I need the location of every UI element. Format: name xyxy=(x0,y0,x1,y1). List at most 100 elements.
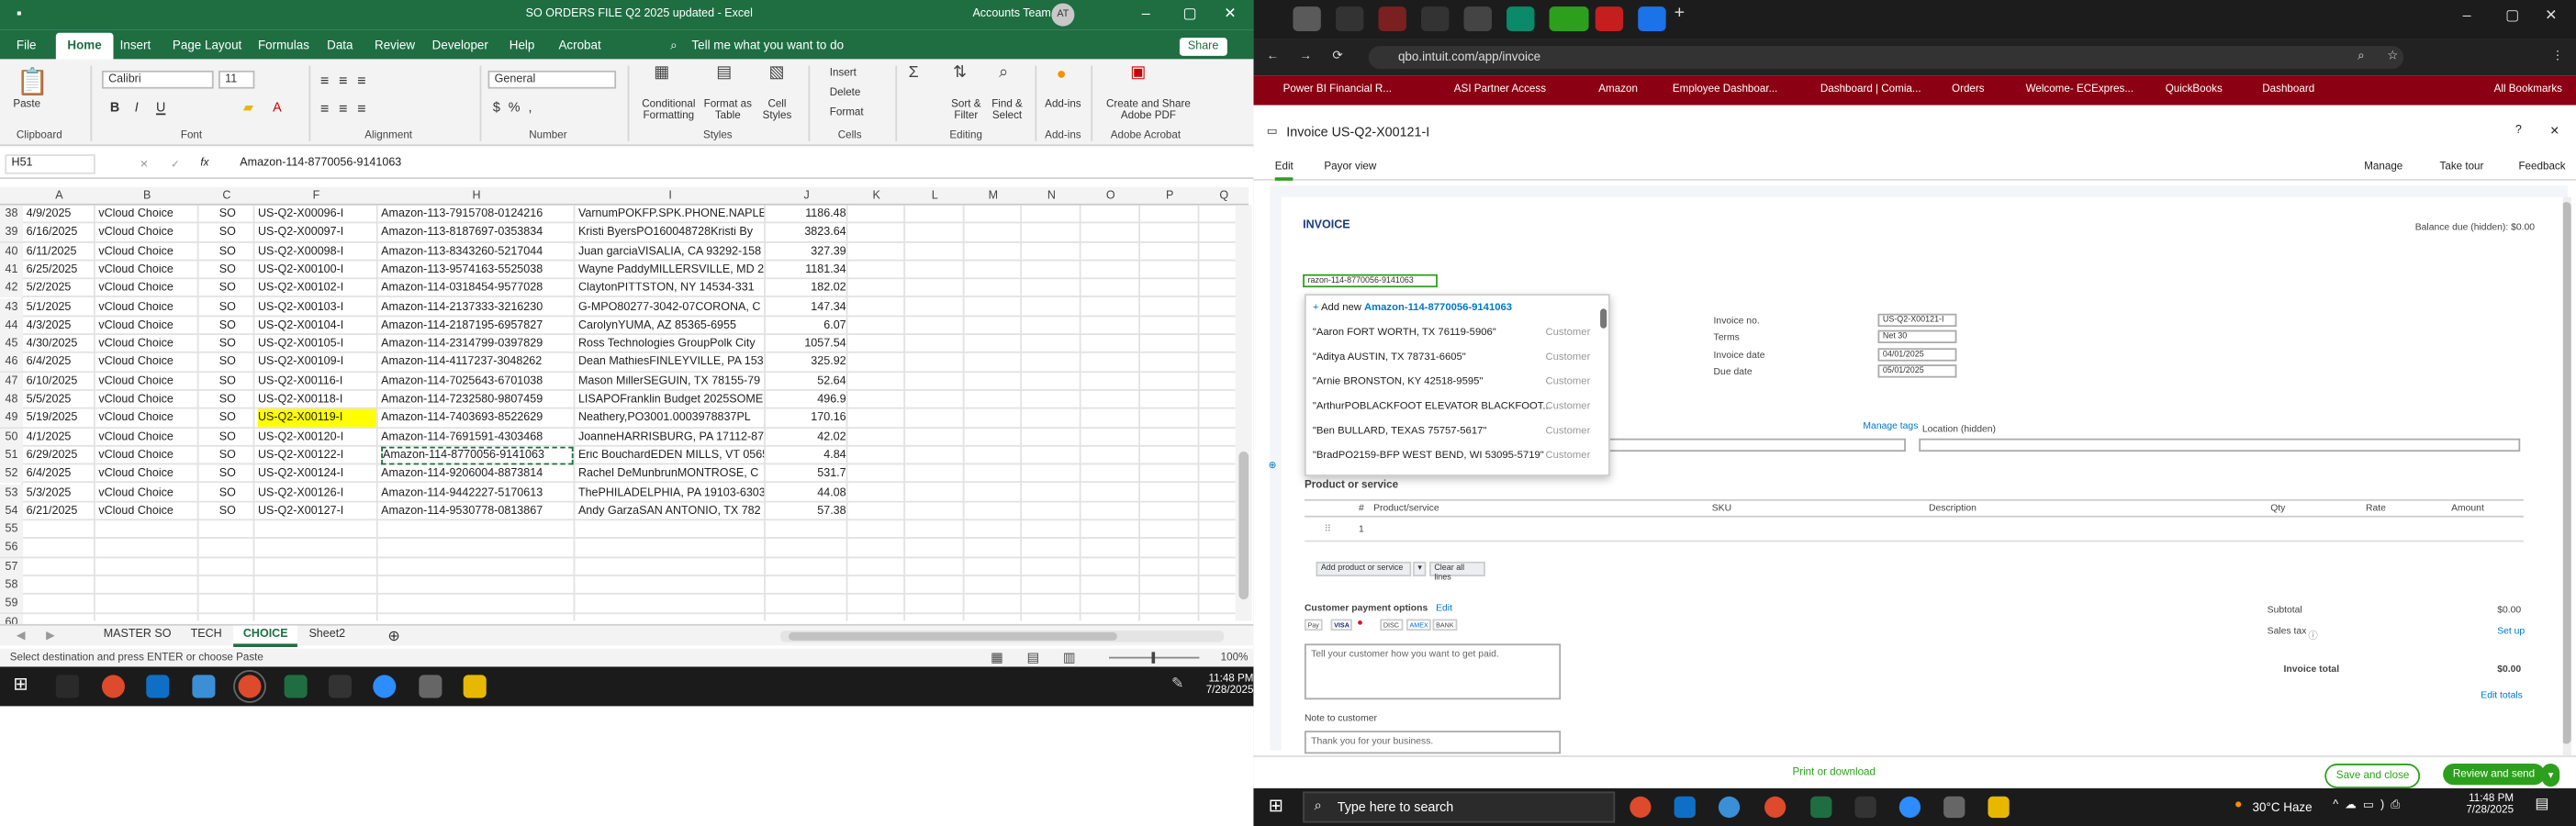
table-row[interactable]: 53 5/3/2025 vCloud Choice SO US-Q2-X00126-I A… xyxy=(0,483,1236,503)
app-icon[interactable] xyxy=(1854,796,1876,819)
row-header[interactable]: 46 xyxy=(0,353,24,373)
file-explorer-icon[interactable] xyxy=(1988,796,2010,819)
name-box[interactable]: H51 xyxy=(5,154,95,174)
add-product-button[interactable]: Add product or service xyxy=(1316,561,1412,577)
cell-h[interactable]: Amazon-113-9574163-5525038 xyxy=(381,264,573,276)
tab-file[interactable]: File xyxy=(17,38,37,52)
bookmark-dashboard[interactable]: Dashboard | Comia... xyxy=(1820,84,1921,95)
menu-icon[interactable]: ⋮ xyxy=(2551,48,2563,62)
table-row[interactable]: 55 xyxy=(0,520,1236,540)
cell-f[interactable]: US-Q2-X00097-I xyxy=(258,227,376,239)
cell-j[interactable]: 1057.54 xyxy=(769,339,846,351)
add-sheet-icon[interactable]: ⊕ xyxy=(387,628,400,646)
app-icon[interactable] xyxy=(328,675,352,698)
clear-lines-button[interactable]: Clear all lines xyxy=(1428,561,1485,583)
excel-taskbar-icon[interactable] xyxy=(284,675,308,698)
column-header-m[interactable]: M xyxy=(964,191,1022,203)
cell-c[interactable]: SO xyxy=(202,506,252,518)
horizontal-scrollbar[interactable] xyxy=(780,631,1225,642)
cell-c[interactable]: SO xyxy=(202,227,252,239)
cell-a[interactable]: 4/30/2025 xyxy=(27,339,94,351)
tray-icons[interactable]: ^☁▭)⎙ xyxy=(2333,798,2406,813)
fx-icon[interactable]: fx xyxy=(200,158,208,170)
row-header[interactable]: 42 xyxy=(0,279,24,298)
column-header-a[interactable]: A xyxy=(23,191,95,203)
table-row[interactable]: ⠿ 1 xyxy=(1304,520,2524,542)
row-header[interactable]: 41 xyxy=(0,261,24,279)
cell-j[interactable]: 182.02 xyxy=(769,283,846,295)
table-row[interactable]: 49 5/19/2025 vCloud Choice SO US-Q2-X00119-I… xyxy=(0,409,1236,429)
align-horiz-icons[interactable]: ≡≡≡ xyxy=(320,100,375,117)
cell-c[interactable]: SO xyxy=(202,301,252,313)
search-icon[interactable]: ⌕ xyxy=(2358,48,2365,64)
cell-f[interactable]: US-Q2-X00118-I xyxy=(258,394,376,406)
row-header[interactable]: 54 xyxy=(0,502,24,520)
tags-input[interactable] xyxy=(1603,438,1906,452)
add-ins-button[interactable]: Add-ins xyxy=(1045,98,1081,110)
bookmark-ecexpress[interactable]: Welcome- ECExpres... xyxy=(2026,84,2134,95)
cell-c[interactable]: SO xyxy=(202,246,252,258)
tab-acrobat[interactable]: Acrobat xyxy=(558,38,600,52)
payment-message-box[interactable]: Tell your customer how you want to get p… xyxy=(1304,643,1562,700)
cell-j[interactable]: 147.34 xyxy=(769,301,846,313)
cell-h[interactable]: Amazon-114-7232580-9807459 xyxy=(381,394,573,406)
table-row[interactable]: 39 6/16/2025 vCloud Choice SO US-Q2-X00097-I… xyxy=(0,223,1236,243)
amazon-tab[interactable] xyxy=(1335,6,1364,31)
add-ins-icon[interactable]: ● xyxy=(1057,66,1067,84)
cell-f[interactable]: US-Q2-X00109-I xyxy=(258,357,376,369)
table-row[interactable]: 38 4/9/2025 vCloud Choice SO US-Q2-X00096-I A… xyxy=(0,205,1236,224)
normal-view-icon[interactable]: ▦ xyxy=(991,651,1003,665)
row-header[interactable]: 38 xyxy=(0,205,24,224)
cell-j[interactable]: 42.02 xyxy=(769,431,846,443)
edge-icon[interactable] xyxy=(1718,796,1741,819)
fill-color-icon[interactable]: ▰ xyxy=(243,100,253,115)
column-header-k[interactable]: K xyxy=(847,191,905,203)
browser-tab[interactable] xyxy=(1421,6,1450,31)
tab-edit[interactable]: Edit xyxy=(1274,161,1294,181)
cell-j[interactable]: 57.38 xyxy=(769,506,846,518)
spreadsheet-grid[interactable]: 38 4/9/2025 vCloud Choice SO US-Q2-X00096-I A… xyxy=(0,205,1236,632)
cell-c[interactable]: SO xyxy=(202,431,252,443)
cell-a[interactable]: 6/11/2025 xyxy=(27,246,94,258)
cell-c[interactable]: SO xyxy=(202,357,252,369)
row-header[interactable]: 55 xyxy=(0,520,24,540)
row-header[interactable]: 58 xyxy=(0,576,24,595)
table-row[interactable]: 40 6/11/2025 vCloud Choice SO US-Q2-X00098-I… xyxy=(0,242,1236,262)
browser-tab[interactable] xyxy=(1293,6,1321,31)
cell-b[interactable]: vCloud Choice xyxy=(98,394,196,406)
table-row[interactable]: 54 6/21/2025 vCloud Choice SO US-Q2-X00127-I… xyxy=(0,502,1236,521)
conditional-formatting-button[interactable]: Conditional Formatting xyxy=(634,98,703,121)
tab-help[interactable]: Help xyxy=(510,38,535,52)
customer-option[interactable]: "BradPO2159-BFP WEST BEND, WI 53095-5719… xyxy=(1313,450,1600,462)
avatar[interactable]: AT xyxy=(1051,3,1075,27)
number-format-box[interactable]: General xyxy=(487,70,617,89)
cell-c[interactable]: SO xyxy=(202,264,252,276)
cell-h[interactable]: Amazon-114-7691591-4303468 xyxy=(381,431,573,443)
browser-tab[interactable] xyxy=(1595,6,1624,31)
prev-sheet-icon[interactable]: ◀ xyxy=(17,629,26,642)
next-sheet-icon[interactable]: ▶ xyxy=(46,629,55,642)
format-table-icon[interactable]: ▤ xyxy=(716,64,732,83)
cell-h[interactable]: Amazon-114-0318454-9577028 xyxy=(381,283,573,295)
row-header[interactable]: 39 xyxy=(0,223,24,242)
cell-j[interactable]: 1181.34 xyxy=(769,264,846,276)
column-header-h[interactable]: H xyxy=(378,191,576,203)
cell-i[interactable]: Andy GarzaSAN ANTONIO, TX 782 xyxy=(578,506,764,518)
cell-i[interactable]: Juan garciaVISALIA, CA 93292-158 xyxy=(578,246,764,258)
help-icon[interactable]: ? xyxy=(2515,125,2522,137)
cell-f[interactable]: US-Q2-X00124-I xyxy=(258,468,376,480)
row-header[interactable]: 47 xyxy=(0,372,24,391)
cell-f[interactable]: US-Q2-X00096-I xyxy=(258,208,376,220)
cell-h[interactable]: Amazon-114-4117237-3048262 xyxy=(381,357,573,369)
share-button[interactable]: Share xyxy=(1179,38,1227,56)
paste-label[interactable]: Paste xyxy=(13,98,40,110)
cell-a[interactable]: 4/3/2025 xyxy=(27,320,94,332)
align-icons[interactable]: ≡≡≡ xyxy=(320,73,375,89)
cell-f[interactable]: US-Q2-X00122-I xyxy=(258,450,376,462)
cell-b[interactable]: vCloud Choice xyxy=(98,208,196,220)
cell-i[interactable]: Dean MathiesFINLEYVILLE, PA 153 xyxy=(578,357,764,369)
save-icon[interactable]: ▪ xyxy=(17,5,22,21)
customer-option[interactable]: "Aaron FORT WORTH, TX 76119-5906" Custome… xyxy=(1313,327,1600,339)
cell-b[interactable]: vCloud Choice xyxy=(98,468,196,480)
cell-a[interactable]: 5/2/2025 xyxy=(27,283,94,295)
